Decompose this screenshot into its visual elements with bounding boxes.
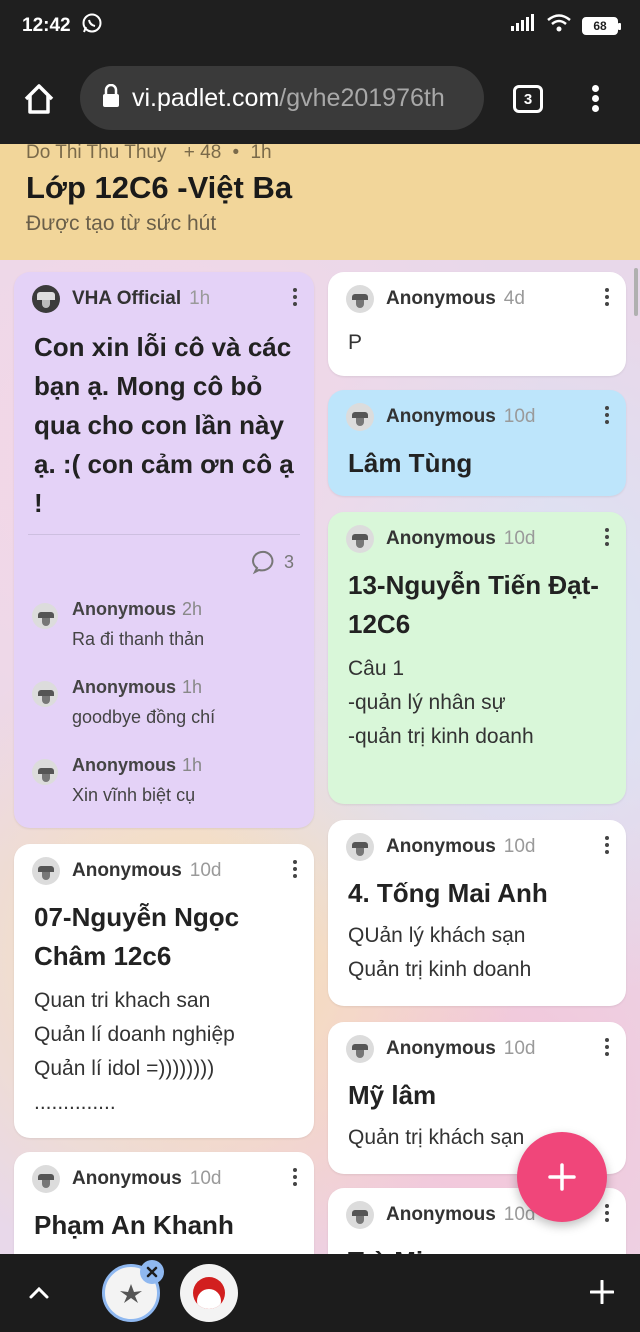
post-menu-button[interactable] bbox=[604, 1204, 610, 1226]
signal-icon bbox=[510, 14, 536, 38]
post-author: Anonymous bbox=[72, 1168, 182, 1189]
post-card[interactable]: VHA Official 1h Con xin lỗi cô và các bạ… bbox=[14, 272, 314, 828]
url-text: vi.padlet.com/gvhe201976th bbox=[132, 83, 445, 112]
post-title: Con xin lỗi cô và các bạn ạ. Mong cô bỏ … bbox=[34, 332, 294, 518]
post-age: 10d bbox=[189, 860, 222, 881]
post-body: P bbox=[348, 331, 363, 354]
browser-toolbar: vi.padlet.com/gvhe201976th 3 bbox=[0, 52, 640, 144]
padlet-subtitle: Được tạo từ sức hút bbox=[26, 212, 217, 235]
post-menu-button[interactable] bbox=[292, 860, 298, 882]
post-author: Anonymous bbox=[386, 1038, 496, 1059]
chat-bubble-app[interactable] bbox=[180, 1264, 238, 1322]
avatar bbox=[32, 857, 60, 885]
whatsapp-icon bbox=[81, 12, 103, 40]
post-author: Anonymous bbox=[386, 528, 496, 549]
padlet-board: VHA Official 1h Con xin lỗi cô và các bạ… bbox=[0, 260, 640, 1254]
post-author: Anonymous bbox=[386, 406, 496, 427]
post-menu-button[interactable] bbox=[604, 406, 610, 428]
post-author: Anonymous bbox=[386, 288, 496, 309]
comment: Anonymous 2h Ra đi thanh thản bbox=[14, 595, 314, 673]
comment-icon bbox=[252, 550, 274, 575]
padlet-owner[interactable]: Do Thi Thu Thuy bbox=[26, 144, 166, 163]
avatar bbox=[32, 759, 58, 785]
post-author: Anonymous bbox=[386, 1204, 496, 1225]
tab-switcher-button[interactable]: 3 bbox=[513, 85, 543, 113]
post-title: Mỹ lâm bbox=[348, 1080, 437, 1110]
post-author: VHA Official bbox=[72, 288, 182, 309]
browser-menu-button[interactable] bbox=[585, 82, 605, 118]
wifi-icon bbox=[546, 13, 572, 39]
post-title: Phạm An Khanh bbox=[34, 1210, 234, 1240]
close-icon bbox=[146, 1266, 158, 1278]
home-icon bbox=[24, 84, 54, 114]
avatar bbox=[346, 1201, 374, 1229]
avatar bbox=[346, 285, 374, 313]
post-menu-button[interactable] bbox=[604, 528, 610, 550]
comment-text: Xin vĩnh biệt cụ bbox=[72, 785, 196, 805]
post-menu-button[interactable] bbox=[292, 288, 298, 310]
avatar bbox=[346, 403, 374, 431]
close-bubble-button[interactable] bbox=[140, 1260, 164, 1284]
comment: Anonymous 1h Xin vĩnh biệt cụ bbox=[14, 751, 314, 828]
post-title: Trà Mi bbox=[328, 1242, 626, 1254]
avatar bbox=[32, 603, 58, 629]
avatar bbox=[32, 1165, 60, 1193]
post-card[interactable]: Anonymous 10d 13-Nguyễn Tiến Đạt-12C6 Câ… bbox=[328, 512, 626, 804]
padlet-plus: + 48 bbox=[183, 144, 222, 163]
post-title: 07-Nguyễn Ngọc Châm 12c6 bbox=[34, 902, 240, 971]
avatar bbox=[32, 285, 60, 313]
avatar bbox=[32, 681, 58, 707]
avatar bbox=[346, 525, 374, 553]
battery-icon: 68 bbox=[582, 17, 621, 35]
post-age: 4d bbox=[503, 288, 525, 309]
padlet-logo-icon bbox=[118, 1282, 144, 1304]
post-title: 13-Nguyễn Tiến Đạt-12C6 bbox=[348, 570, 599, 639]
post-age: 10d bbox=[189, 1168, 222, 1189]
clock: 12:42 bbox=[22, 15, 71, 36]
comment-count[interactable]: 3 bbox=[252, 549, 294, 575]
post-age: 10d bbox=[503, 528, 536, 549]
post-card[interactable]: Anonymous 10d 07-Nguyễn Ngọc Châm 12c6 Q… bbox=[14, 844, 314, 1138]
post-age: 10d bbox=[503, 1038, 536, 1059]
new-tab-button[interactable] bbox=[589, 1272, 615, 1313]
home-button[interactable] bbox=[22, 82, 56, 116]
scrollbar[interactable] bbox=[634, 268, 638, 316]
add-post-button[interactable] bbox=[517, 1132, 607, 1222]
plus-icon bbox=[589, 1279, 615, 1305]
lock-icon bbox=[102, 83, 120, 112]
comment-text: Ra đi thanh thản bbox=[72, 629, 205, 649]
status-bar: 12:42 68 bbox=[0, 0, 640, 52]
post-card[interactable]: Anonymous 10d 4. Tống Mai Anh QUản lý kh… bbox=[328, 820, 626, 1006]
post-card[interactable]: Anonymous 4d P bbox=[328, 272, 626, 376]
padlet-header: Do Thi Thu Thuy + 48 • 1h Lớp 12C6 -Việt… bbox=[0, 144, 640, 260]
post-age: 10d bbox=[503, 406, 536, 427]
address-bar[interactable]: vi.padlet.com/gvhe201976th bbox=[80, 66, 484, 130]
plus-icon bbox=[548, 1163, 576, 1191]
post-age: 1h bbox=[189, 288, 211, 309]
comment: Anonymous 1h goodbye đồng chí bbox=[14, 673, 314, 751]
avatar bbox=[346, 833, 374, 861]
bottom-toolbar bbox=[0, 1254, 640, 1332]
post-author: Anonymous bbox=[72, 860, 182, 881]
post-menu-button[interactable] bbox=[604, 1038, 610, 1060]
post-body: QUản lý khách sạn Quản trị kinh doanh bbox=[348, 924, 532, 981]
post-title: 4. Tống Mai Anh bbox=[348, 878, 548, 908]
padlet-meta: Do Thi Thu Thuy + 48 • 1h bbox=[26, 144, 272, 163]
post-author: Anonymous bbox=[386, 836, 496, 857]
post-body: Câu 1 -quản lý nhân sự -quản trị kinh do… bbox=[348, 657, 534, 748]
post-card[interactable]: Anonymous 10d Phạm An Khanh bbox=[14, 1152, 314, 1254]
post-card[interactable]: Anonymous 10d Lâm Tùng bbox=[328, 390, 626, 496]
post-menu-button[interactable] bbox=[604, 836, 610, 858]
avatar bbox=[346, 1035, 374, 1063]
comment-text: goodbye đồng chí bbox=[72, 707, 216, 727]
post-age: 10d bbox=[503, 836, 536, 857]
padlet-title: Lớp 12C6 -Việt Ba bbox=[26, 170, 293, 205]
post-menu-button[interactable] bbox=[604, 288, 610, 310]
post-menu-button[interactable] bbox=[292, 1168, 298, 1190]
post-body: Quan tri khach san Quản lí doanh nghiệp … bbox=[34, 989, 235, 1114]
padlet-age: 1h bbox=[250, 144, 272, 163]
chevron-up-icon[interactable] bbox=[28, 1282, 50, 1304]
app-logo-icon bbox=[193, 1277, 225, 1309]
post-title: Lâm Tùng bbox=[348, 448, 473, 478]
